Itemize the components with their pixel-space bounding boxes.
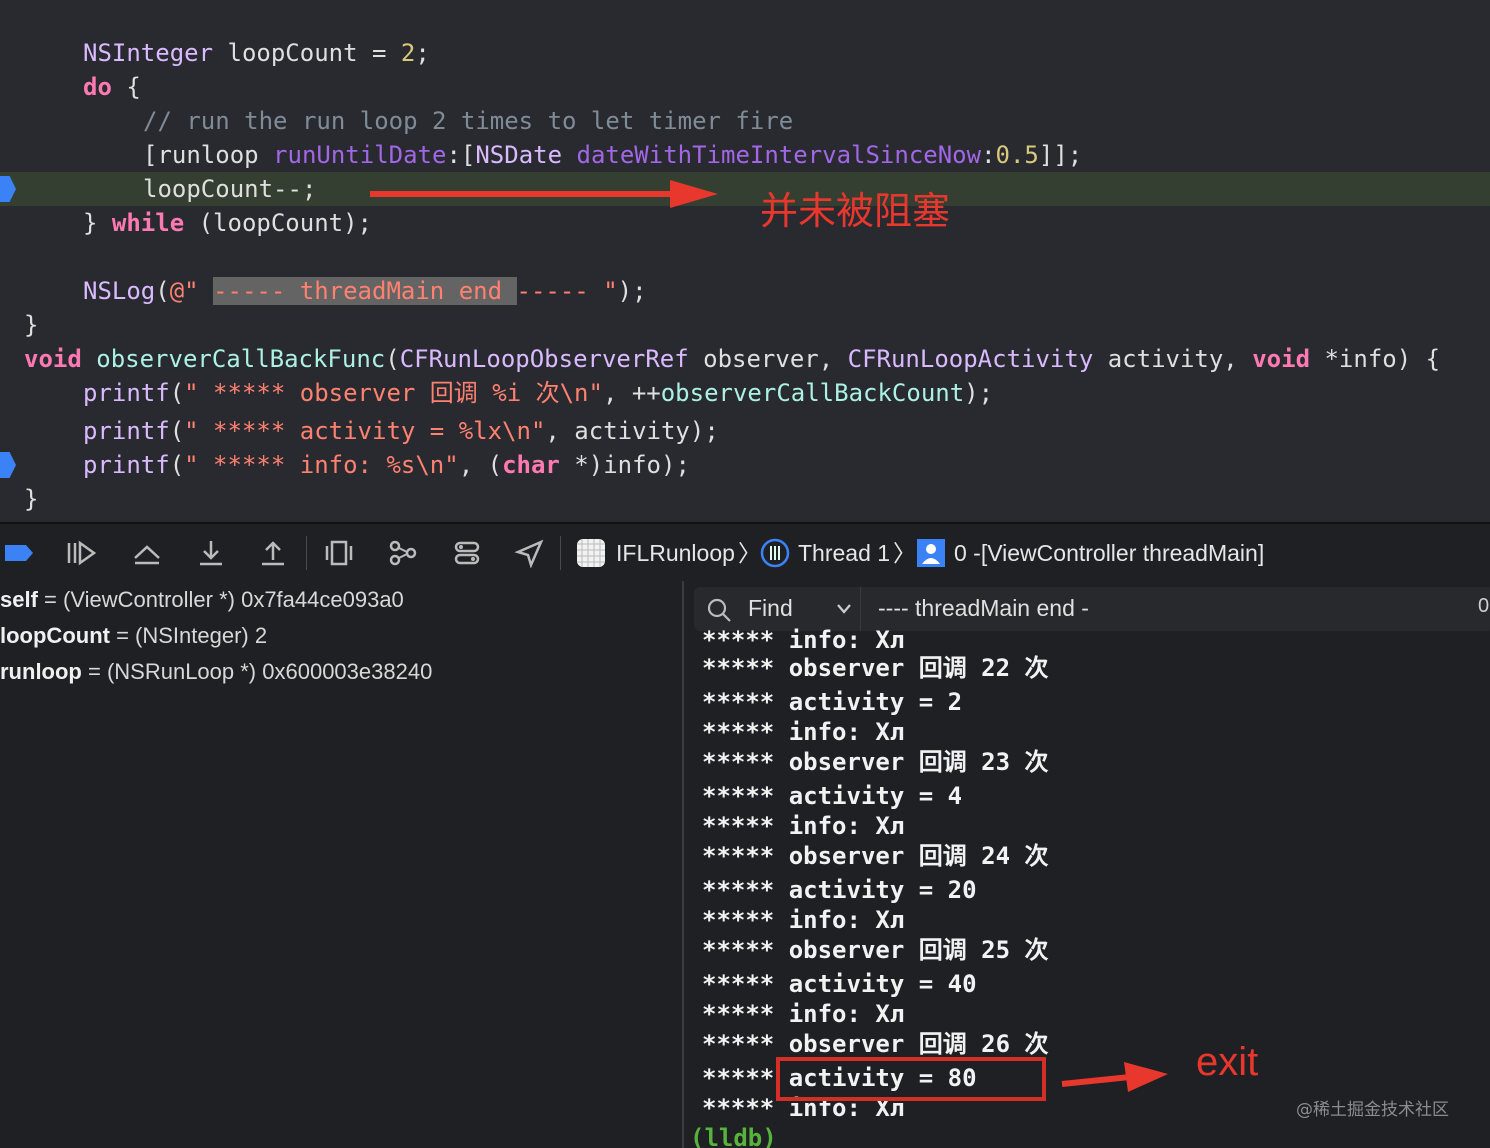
step-into-icon[interactable]	[196, 538, 226, 568]
simulate-location-icon[interactable]	[514, 538, 544, 569]
breadcrumb-frame[interactable]: 0 -[ViewController threadMain]	[954, 538, 1264, 568]
code-line: }	[24, 485, 39, 513]
code-line: NSLog(@" ----- threadMain end ----- ");	[83, 277, 647, 305]
memory-graph-icon[interactable]	[388, 538, 418, 568]
stack-frame-icon	[916, 538, 946, 568]
console-line: ***** info: Xл	[702, 626, 905, 654]
annotation-not-blocked: 并未被阻塞	[760, 189, 951, 233]
variable-row[interactable]: runloop = (NSRunLoop *) 0x600003e38240	[0, 654, 432, 690]
code-line: do {	[83, 73, 141, 101]
view-hierarchy-icon[interactable]	[324, 538, 354, 568]
red-arrow-annotation	[370, 180, 718, 208]
code-line: }	[24, 311, 39, 339]
breadcrumb-chevron-icon: 〉	[893, 540, 916, 566]
toolbar-separator	[306, 536, 307, 570]
code-line: // run the run loop 2 times to let timer…	[143, 107, 794, 135]
console-line: ***** info: Xл	[702, 718, 905, 746]
variable-row[interactable]: self = (ViewController *) 0x7fa44ce093a0	[0, 582, 404, 618]
chevron-down-icon[interactable]	[836, 603, 852, 615]
variables-view[interactable]: self = (ViewController *) 0x7fa44ce093a0…	[0, 581, 682, 1148]
console-line: ***** observer 回调 22 次	[702, 654, 1049, 682]
highlight-box-annotation	[776, 1057, 1046, 1101]
find-mode-select[interactable]: Find	[748, 595, 793, 622]
console-line: ***** info: Xл	[702, 812, 905, 840]
console-line: ***** observer 回调 25 次	[702, 936, 1049, 964]
continue-icon[interactable]	[66, 538, 97, 568]
find-input[interactable]: ---- threadMain end -	[878, 595, 1089, 622]
step-over-icon[interactable]	[132, 538, 162, 568]
watermark: @稀土掘金技术社区	[1296, 1100, 1449, 1120]
console-line: ***** info: Xл	[702, 906, 905, 934]
code-line: } while (loopCount);	[83, 209, 372, 237]
lldb-prompt[interactable]: (lldb)	[690, 1123, 777, 1148]
console-line: ***** activity = 4	[702, 782, 963, 810]
console-line: ***** activity = 20	[702, 876, 977, 904]
breadcrumb-app[interactable]: IFLRunloop	[616, 538, 735, 568]
search-match-highlight: ----- threadMain end	[213, 277, 517, 305]
environment-overrides-icon[interactable]	[452, 538, 482, 568]
code-editor[interactable]: NSInteger loopCount = 2; do { // run the…	[0, 0, 1490, 520]
toolbar-separator	[560, 536, 561, 570]
code-line: printf(" ***** observer 回调 %i 次\n", ++ob…	[83, 379, 994, 407]
variable-row[interactable]: loopCount = (NSInteger) 2	[0, 618, 267, 654]
breadcrumb-chevron-icon: 〉	[738, 540, 761, 566]
breakpoints-toggle-icon[interactable]	[4, 538, 34, 568]
code-line-current: loopCount--;	[143, 175, 317, 203]
app-icon	[576, 538, 606, 568]
console-line: ***** observer 回调 26 次	[702, 1030, 1049, 1058]
console-line: ***** info: Xл	[702, 1000, 905, 1028]
code-line: NSInteger loopCount = 2;	[83, 39, 430, 67]
code-line: [runloop runUntilDate:[NSDate dateWithTi…	[143, 141, 1083, 169]
red-arrow-annotation	[1061, 1062, 1168, 1092]
code-line: void observerCallBackFunc(CFRunLoopObser…	[24, 345, 1441, 373]
console-line: ***** activity = 40	[702, 970, 977, 998]
breadcrumb-thread[interactable]: Thread 1	[798, 538, 890, 568]
find-count: 0	[1478, 595, 1490, 617]
console-line: ***** observer 回调 24 次	[702, 842, 1049, 870]
code-line: printf(" ***** info: %s\n", (char *)info…	[83, 451, 690, 479]
search-icon	[707, 598, 731, 622]
annotation-exit: exit	[1196, 1040, 1259, 1084]
thread-icon	[760, 538, 790, 568]
debug-toolbar: IFLRunloop 〉 Thread 1 〉 0 -[ViewControll…	[0, 522, 1490, 583]
console-line: ***** observer 回调 23 次	[702, 748, 1049, 776]
console-line: ***** activity = 2	[702, 688, 963, 716]
code-line: printf(" ***** activity = %lx\n", activi…	[83, 417, 719, 445]
step-out-icon[interactable]	[258, 538, 288, 568]
